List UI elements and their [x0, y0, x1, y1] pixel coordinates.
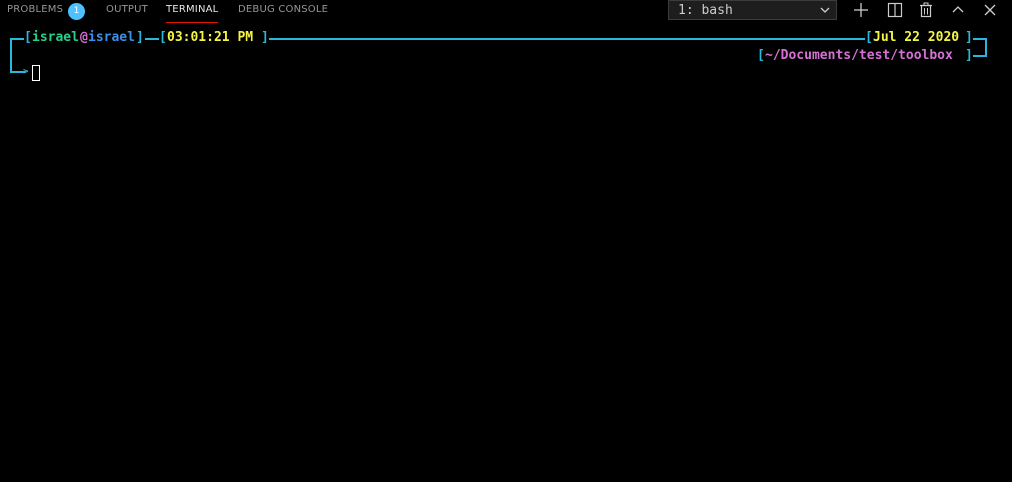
tab-debug-console[interactable]: DEBUG CONSOLE [238, 0, 328, 24]
prompt-frame-connector [145, 38, 159, 40]
prompt-date: Jul 22 2020 [873, 30, 960, 45]
terminal-view[interactable]: > [ israel @ israel ] [ 03:01:21 PM ] [ … [0, 24, 1012, 482]
chevron-down-icon [820, 7, 830, 13]
prompt-frame-top-left [10, 38, 24, 40]
tab-terminal[interactable]: TERMINAL [166, 0, 219, 24]
maximize-panel-button[interactable] [949, 1, 967, 19]
close-icon [984, 4, 996, 16]
tab-problems-label: PROBLEMS [7, 4, 64, 15]
trash-icon [920, 2, 932, 18]
prompt-frame-bottom-right [973, 55, 987, 57]
bracket: ] [261, 30, 269, 45]
tab-problems[interactable]: PROBLEMS [7, 0, 63, 24]
prompt-at: @ [80, 30, 88, 45]
tab-output-label: OUTPUT [106, 4, 148, 15]
bracket: [ [757, 48, 765, 63]
bracket: [ [24, 30, 32, 45]
terminal-select-value: 1: bash [678, 3, 733, 18]
kill-terminal-button[interactable] [917, 1, 935, 19]
new-terminal-button[interactable] [852, 1, 870, 19]
panel-header: PROBLEMS 1 OUTPUT TERMINAL DEBUG CONSOLE… [0, 0, 1012, 24]
bracket: [ [865, 30, 873, 45]
prompt-arrow-icon: > [23, 67, 29, 77]
split-icon [887, 2, 903, 18]
bracket: ] [965, 30, 973, 45]
prompt-frame-left [10, 38, 12, 72]
prompt-user: israel [32, 30, 79, 45]
plus-icon [854, 3, 868, 17]
terminal-cursor [32, 65, 40, 81]
split-terminal-button[interactable] [886, 1, 904, 19]
terminal-select[interactable]: 1: bash [668, 0, 837, 20]
tab-terminal-label: TERMINAL [166, 4, 219, 15]
bracket: [ [159, 30, 167, 45]
tab-debug-console-label: DEBUG CONSOLE [238, 4, 329, 15]
problems-count-badge: 1 [68, 3, 85, 20]
chevron-up-icon [952, 6, 964, 13]
close-panel-button[interactable] [981, 1, 999, 19]
bracket: ] [136, 30, 144, 45]
bracket: ] [965, 48, 973, 63]
prompt-host: israel [88, 30, 135, 45]
tab-output[interactable]: OUTPUT [106, 0, 148, 24]
prompt-time: 03:01:21 PM [167, 30, 254, 45]
prompt-cwd: ~/Documents/test/toolbox [765, 48, 953, 63]
prompt-frame-top [269, 38, 865, 40]
